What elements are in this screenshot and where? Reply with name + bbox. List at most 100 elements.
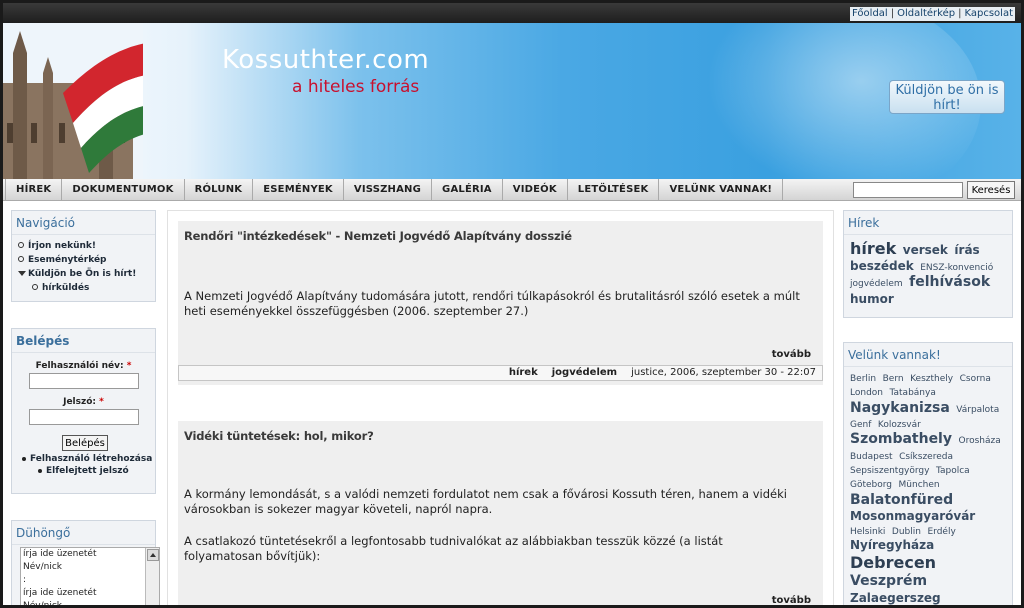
bullet-icon <box>18 242 24 248</box>
password-field[interactable] <box>28 409 139 425</box>
browser-page-frame: Főoldal | Oldaltérkép | Kapcsolat Kossuthter… <box>0 0 1024 608</box>
city-link[interactable]: München <box>899 480 940 490</box>
navigation-item[interactable]: Írjon nekünk! <box>18 239 155 253</box>
site-title[interactable]: Kossuthter.com <box>222 45 429 75</box>
city-link[interactable]: Berlin <box>850 374 876 384</box>
article-title[interactable]: Rendőri "intézkedések" - Nemzeti Jogvédő… <box>178 221 823 243</box>
city-link[interactable]: Helsinki <box>850 527 885 537</box>
cities-title: Velünk vannak! <box>844 343 1012 367</box>
shoutbox-scrollbar[interactable] <box>145 548 159 605</box>
city-link[interactable]: Kolozsvár <box>878 420 921 430</box>
nav-item[interactable]: VISSZHANG <box>344 179 433 201</box>
city-link[interactable]: Sepsiszentgyörgy <box>850 466 929 476</box>
main-area: Navigáció Írjon nekünk! Eseménytérkép Küld… <box>3 202 1021 605</box>
login-block: Belépés Felhasználói név: * Jelszó: * Be… <box>11 328 156 494</box>
city-link[interactable]: Budapest <box>850 452 893 462</box>
city-link[interactable]: Csorna <box>960 374 991 384</box>
article-body: A kormány lemondását, s a valódi nemzeti… <box>184 487 787 516</box>
shoutbox-line: : <box>23 575 27 585</box>
city-link[interactable]: Bern <box>883 374 904 384</box>
top-links: Főoldal | Oldaltérkép | Kapcsolat <box>850 7 1015 21</box>
create-account-link[interactable]: Felhasználó létrehozása <box>20 453 155 465</box>
top-link-home[interactable]: Főoldal <box>852 8 888 19</box>
navigation-item[interactable]: Eseménytérkép <box>18 253 155 267</box>
login-button[interactable]: Belépés <box>62 435 108 451</box>
nav-item[interactable]: GALÉRIA <box>432 179 503 201</box>
navigation-list: Írjon nekünk! Eseménytérkép Küldjön be Ön … <box>12 235 155 295</box>
tag-link[interactable]: írás <box>954 243 979 257</box>
article-tag[interactable]: jogvédelem <box>552 367 617 378</box>
city-link[interactable]: Dublin <box>892 527 921 537</box>
tag-link[interactable]: jogvédelem <box>850 279 903 289</box>
tag-link[interactable]: beszédek <box>850 259 914 273</box>
navigation-title: Navigáció <box>12 211 155 235</box>
city-link[interactable]: Debrecen <box>850 553 936 572</box>
expanded-arrow-icon <box>18 271 26 276</box>
read-more-link[interactable]: tovább <box>772 595 811 605</box>
submit-news-button[interactable]: Küldjön be ön is hírt! <box>889 80 1005 114</box>
navigation-block: Navigáció Írjon nekünk! Eseménytérkép Küld… <box>11 210 156 302</box>
shoutbox-line: írja ide üzenetét <box>23 549 97 559</box>
read-more-link[interactable]: tovább <box>772 349 811 360</box>
tag-link[interactable]: versek <box>903 243 948 257</box>
shoutbox-list[interactable]: írja ide üzenetét Név/nick: írja ide üzene… <box>20 547 160 608</box>
city-link[interactable]: Keszthely <box>910 374 953 384</box>
bullet-icon <box>18 256 24 262</box>
city-link[interactable]: Genf <box>850 420 871 430</box>
nav-item[interactable]: DOKUMENTUMOK <box>62 179 185 201</box>
nav-item[interactable]: ESEMÉNYEK <box>253 179 344 201</box>
city-link[interactable]: Veszprém <box>850 573 927 589</box>
main-nav-bar: HÍREK DOKUMENTUMOK RÓLUNK ESEMÉNYEK VISSZHAN… <box>3 179 1021 201</box>
article-title[interactable]: Vidéki tüntetések: hol, mikor? <box>178 421 823 443</box>
shoutbox-line: Név/nick <box>23 601 62 608</box>
article-body: A Nemzeti Jogvédő Alapítvány tudomására … <box>184 289 800 318</box>
city-link[interactable]: Szombathely <box>850 431 952 447</box>
username-label: Felhasználói név: * <box>35 361 132 371</box>
nav-item[interactable]: VIDEÓK <box>503 179 568 201</box>
article-tag[interactable]: hírek <box>509 367 538 378</box>
parliament-flag-image <box>3 23 143 179</box>
nav-item[interactable]: HÍREK <box>5 179 63 201</box>
city-link[interactable]: London <box>850 388 883 398</box>
nav-item[interactable]: RÓLUNK <box>185 179 254 201</box>
tag-link[interactable]: felhívások <box>909 274 990 290</box>
bullet-icon <box>32 284 38 290</box>
city-link[interactable]: Nyíregyháza <box>850 538 934 552</box>
navigation-item[interactable]: hírküldés <box>18 281 155 295</box>
top-link-sitemap[interactable]: Oldaltérkép <box>897 8 955 19</box>
article-teaser: Vidéki tüntetések: hol, mikor? A kormány… <box>178 421 823 605</box>
city-link[interactable]: Tapolca <box>936 466 970 476</box>
scroll-up-icon[interactable] <box>146 549 159 561</box>
city-link[interactable]: Erdély <box>927 527 955 537</box>
password-label: Jelszó: * <box>63 397 104 407</box>
tag-link[interactable]: ENSZ-konvenció <box>920 263 993 273</box>
tag-link[interactable]: humor <box>850 292 894 306</box>
forgot-password-link[interactable]: Elfelejtett jelszó <box>20 465 155 477</box>
nav-item[interactable]: VELÜNK VANNAK! <box>659 179 784 201</box>
site-header: Kossuthter.com a hiteles forrás Küldjön … <box>3 23 1021 179</box>
search-input[interactable] <box>853 182 963 198</box>
shoutbox-title: Dühöngő <box>12 521 155 545</box>
top-link-contact[interactable]: Kapcsolat <box>964 8 1013 19</box>
city-link[interactable]: Tatabánya <box>890 388 936 398</box>
city-cloud: Berlin Bern Keszthely Csorna London Tata… <box>844 367 1012 605</box>
city-link[interactable]: Mosonmagyaróvár <box>850 509 975 523</box>
city-link[interactable]: Göteborg <box>850 480 892 490</box>
login-links: Felhasználó létrehozása Elfelejtett jels… <box>12 451 155 477</box>
article-meta: hírek jogvédelem justice, 2006, szeptember… <box>178 365 823 381</box>
city-link[interactable]: Zalaegerszeg <box>850 591 941 605</box>
news-tags-title: Hírek <box>844 211 1012 235</box>
shoutbox-block: Dühöngő írja ide üzenetét Név/nick: írja i… <box>11 520 160 605</box>
top-strip: Főoldal | Oldaltérkép | Kapcsolat <box>3 3 1021 23</box>
tag-link[interactable]: hírek <box>850 239 896 258</box>
city-link[interactable]: Balatonfüred <box>850 492 953 508</box>
navigation-item[interactable]: Küldjön be Ön is hírt! <box>18 267 155 281</box>
search-button[interactable]: Keresés <box>967 181 1015 199</box>
nav-item[interactable]: LETÖLTÉSEK <box>568 179 660 201</box>
city-link[interactable]: Csíkszereda <box>899 452 953 462</box>
city-link[interactable]: Várpalota <box>956 405 999 415</box>
city-link[interactable]: Orosháza <box>959 436 1001 446</box>
city-link[interactable]: Nagykanizsa <box>850 400 950 416</box>
username-field[interactable] <box>28 373 139 389</box>
login-title: Belépés <box>12 329 155 353</box>
